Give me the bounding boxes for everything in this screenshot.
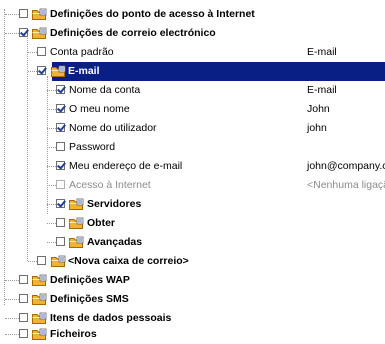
tree-item-label: Password [69, 141, 116, 153]
checkbox[interactable] [56, 218, 65, 227]
tree-item-label: Acesso à Internet [69, 179, 151, 191]
tree-item-password[interactable]: Password [0, 138, 385, 157]
checkbox[interactable] [56, 199, 65, 208]
tree-item-label: Nome do utilizador [69, 122, 157, 134]
checkbox[interactable] [19, 28, 28, 37]
tree-item-advanced[interactable]: Avançadas [0, 233, 385, 252]
tree-item-label: E-mail [68, 65, 100, 77]
folder-icon [51, 255, 66, 267]
folder-icon [32, 328, 47, 340]
checkbox[interactable] [56, 142, 65, 151]
checkbox[interactable] [19, 275, 28, 284]
folder-icon [32, 293, 47, 305]
tree-item-new-mailbox[interactable]: <Nova caixa de correio> [0, 252, 385, 271]
tree-item-wap-settings[interactable]: Definições WAP [0, 271, 385, 290]
tree-item-value: E-mail [307, 84, 337, 96]
tree-item-label: Definições de correio electrónico [50, 27, 216, 39]
tree-item-value: john@company.com [307, 160, 385, 172]
folder-icon [69, 217, 84, 229]
checkbox[interactable] [56, 180, 65, 189]
tree-item-sms-settings[interactable]: Definições SMS [0, 290, 385, 309]
checkbox[interactable] [56, 123, 65, 132]
selection-highlight [52, 62, 385, 81]
tree-item-email-settings[interactable]: Definições de correio electrónico [0, 24, 385, 43]
tree-item-value: John [307, 103, 330, 115]
tree-item-label: Meu endereço de e-mail [69, 160, 183, 172]
tree-item-label: Itens de dados pessoais [50, 312, 172, 324]
tree-item-label: Obter [87, 217, 116, 229]
folder-icon [32, 8, 47, 20]
tree-item-get[interactable]: Obter [0, 214, 385, 233]
tree-item-value: E-mail [307, 46, 337, 58]
checkbox[interactable] [19, 313, 28, 322]
tree-item-value: john [307, 122, 327, 134]
tree-item-account-name[interactable]: Nome da conta E-mail [0, 81, 385, 100]
tree-item-label: Conta padrão [50, 46, 114, 58]
tree-item-email[interactable]: E-mail [0, 62, 385, 81]
tree-item-my-email[interactable]: Meu endereço de e-mail john@company.com [0, 157, 385, 176]
tree-item-internet-access[interactable]: Acesso à Internet <Nenhuma ligação> [0, 176, 385, 195]
checkbox[interactable] [37, 256, 46, 265]
tree-item-my-name[interactable]: O meu nome John [0, 100, 385, 119]
tree-item-label: <Nova caixa de correio> [68, 255, 189, 267]
checkbox[interactable] [56, 161, 65, 170]
checkbox[interactable] [19, 329, 28, 338]
folder-icon [69, 236, 84, 248]
tree-item-label: Servidores [87, 198, 142, 210]
tree-item-label: Avançadas [87, 236, 143, 248]
tree-item-label: Nome da conta [69, 84, 141, 96]
checkbox[interactable] [56, 237, 65, 246]
tree-item-label: Definições SMS [50, 293, 129, 305]
tree-item-internet-access-point[interactable]: Definições do ponto de acesso à Internet [0, 5, 385, 24]
checkbox[interactable] [37, 47, 46, 56]
checkbox[interactable] [19, 294, 28, 303]
tree-item-value: <Nenhuma ligação> [307, 179, 385, 191]
folder-icon [32, 274, 47, 286]
folder-icon [69, 198, 84, 210]
tree-item-default-account[interactable]: Conta padrão E-mail [0, 43, 385, 62]
tree-item-servers[interactable]: Servidores [0, 195, 385, 214]
tree-item-label: Definições do ponto de acesso à Internet [50, 8, 255, 20]
folder-icon [32, 312, 47, 324]
folder-icon [51, 65, 66, 77]
tree-item-username[interactable]: Nome do utilizador john [0, 119, 385, 138]
folder-icon [32, 27, 47, 39]
tree-item-label: O meu nome [69, 103, 130, 115]
tree-item-label: Definições WAP [50, 274, 130, 286]
checkbox[interactable] [56, 85, 65, 94]
checkbox[interactable] [56, 104, 65, 113]
checkbox[interactable] [19, 9, 28, 18]
checkbox[interactable] [37, 66, 46, 75]
